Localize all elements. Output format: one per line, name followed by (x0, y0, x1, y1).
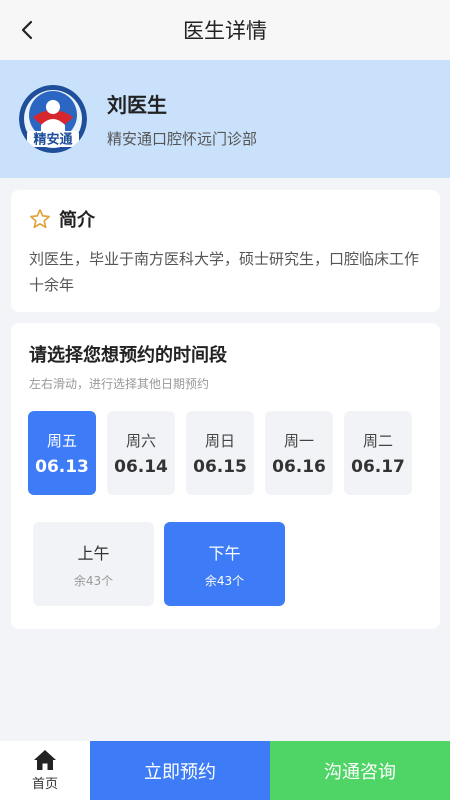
page-title: 医生详情 (183, 19, 267, 43)
date-value: 06.15 (193, 456, 247, 477)
slot-morning[interactable]: 上午 余43个 (33, 522, 154, 606)
intro-title: 简介 (59, 210, 95, 231)
time-slot-selector: 上午 余43个 下午 余43个 (33, 522, 295, 606)
schedule-card: 请选择您想预约的时间段 左右滑动，进行选择其他日期预约 周五 06.13 周六 … (11, 323, 440, 629)
slot-afternoon[interactable]: 下午 余43个 (164, 522, 285, 606)
schedule-hint: 左右滑动，进行选择其他日期预约 (29, 377, 210, 391)
date-weekday: 周二 (362, 431, 393, 450)
logo-text: 精安通 (33, 132, 72, 148)
schedule-title: 请选择您想预约的时间段 (29, 345, 227, 366)
date-option[interactable]: 周五 06.13 (28, 411, 96, 495)
doctor-name: 刘医生 (107, 93, 167, 117)
slot-remaining: 余43个 (204, 573, 245, 588)
clinic-logo-avatar: 精安通 (19, 85, 87, 153)
doctor-banner: 精安通 刘医生 精安通口腔怀远门诊部 (0, 60, 450, 178)
back-button[interactable] (14, 16, 42, 44)
slot-remaining: 余43个 (73, 573, 114, 588)
bottom-action-bar: 首页 立即预约 沟通咨询 (0, 741, 450, 800)
book-now-button[interactable]: 立即预约 (90, 741, 270, 800)
intro-text: 刘医生，毕业于南方医科大学，硕士研究生，口腔临床工作十余年 (29, 250, 420, 294)
doctor-info: 刘医生 精安通口腔怀远门诊部 (107, 89, 257, 149)
intro-header: 简介 (29, 206, 422, 232)
date-option[interactable]: 周二 06.17 (344, 411, 412, 495)
date-value: 06.16 (272, 456, 326, 477)
consult-button[interactable]: 沟通咨询 (270, 741, 450, 800)
date-weekday: 周一 (283, 431, 314, 450)
date-value: 06.14 (114, 456, 168, 477)
date-selector[interactable]: 周五 06.13 周六 06.14 周日 06.15 周一 06.16 周二 0… (28, 411, 423, 495)
doctor-detail-page: 医生详情 精安通 刘医生 精安通口腔怀远门诊部 简介 刘医生，毕业于南方医科大学… (0, 0, 450, 800)
star-outline-icon (30, 209, 50, 229)
date-value: 06.13 (35, 456, 89, 477)
home-tab[interactable]: 首页 (0, 741, 90, 800)
slot-label: 下午 (208, 543, 241, 563)
date-option[interactable]: 周日 06.15 (186, 411, 254, 495)
intro-card: 简介 刘医生，毕业于南方医科大学，硕士研究生，口腔临床工作十余年 (11, 190, 440, 312)
home-label: 首页 (31, 777, 58, 792)
nav-bar: 医生详情 (0, 0, 450, 60)
home-icon (34, 750, 56, 770)
date-weekday: 周日 (204, 431, 235, 450)
date-value: 06.17 (351, 456, 405, 477)
clinic-name: 精安通口腔怀远门诊部 (107, 130, 258, 148)
date-weekday: 周六 (125, 431, 156, 450)
slot-label: 上午 (77, 543, 110, 563)
date-weekday: 周五 (46, 431, 77, 450)
date-option[interactable]: 周一 06.16 (265, 411, 333, 495)
chevron-left-icon (21, 20, 33, 40)
date-option[interactable]: 周六 06.14 (107, 411, 175, 495)
